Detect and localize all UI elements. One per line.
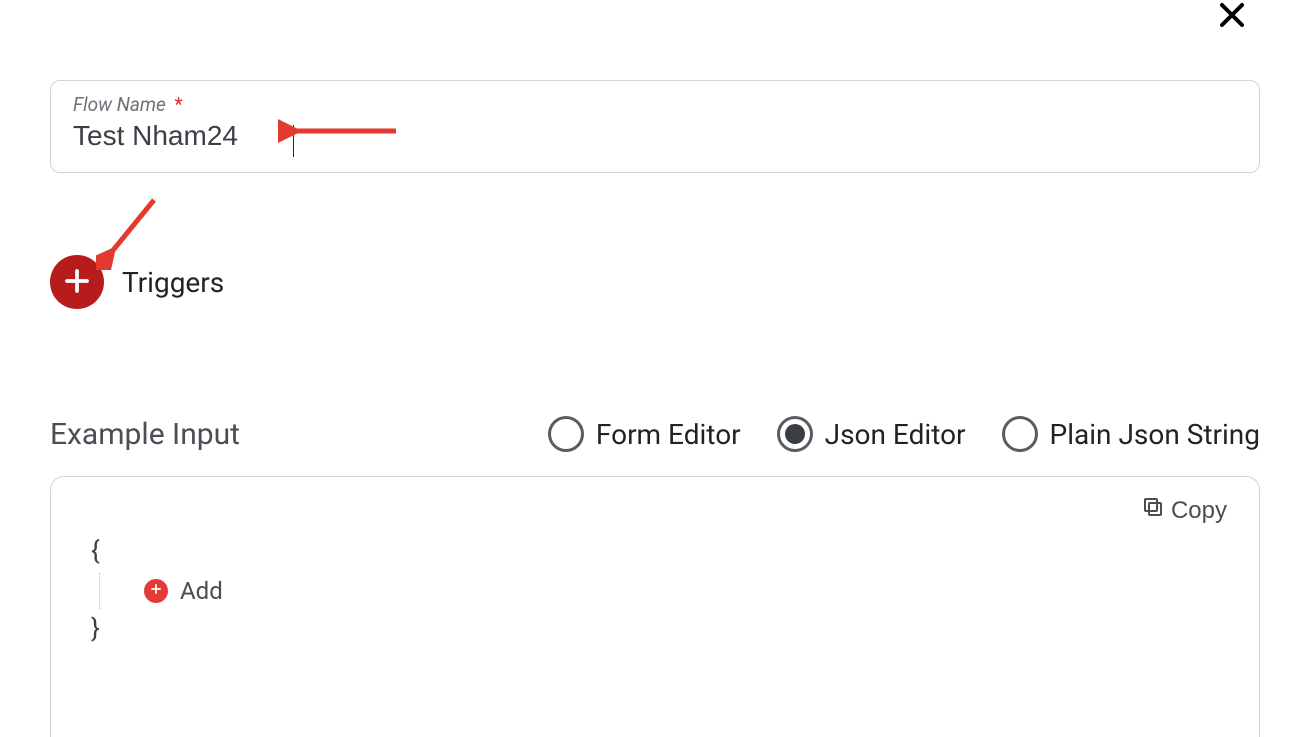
json-close-brace: } (91, 609, 223, 651)
radio-json-editor[interactable]: Json Editor (777, 416, 966, 452)
radio-icon (1002, 416, 1038, 452)
radio-label: Json Editor (825, 418, 966, 451)
radio-selected-dot (785, 424, 805, 444)
copy-button[interactable]: Copy (1141, 495, 1227, 526)
add-property-label: Add (180, 577, 223, 605)
flow-name-input[interactable] (73, 120, 1237, 152)
plus-icon (62, 266, 92, 299)
radio-icon (548, 416, 584, 452)
copy-label: Copy (1171, 497, 1227, 525)
example-input-title: Example Input (50, 417, 240, 452)
radio-icon (777, 416, 813, 452)
editor-mode-radio-group: Form Editor Json Editor Plain Json Strin… (548, 416, 1260, 452)
radio-form-editor[interactable]: Form Editor (548, 416, 741, 452)
radio-label: Plain Json String (1050, 418, 1260, 451)
json-add-row: Add (99, 573, 223, 609)
close-button[interactable] (1212, 0, 1252, 36)
radio-label: Form Editor (596, 418, 741, 451)
close-icon (1217, 0, 1247, 33)
example-input-editor: Copy { Add } (50, 476, 1260, 737)
plus-icon (149, 582, 163, 599)
add-trigger-button[interactable] (50, 255, 104, 309)
flow-name-label: Flow Name * (73, 93, 1237, 116)
flow-name-label-text: Flow Name (73, 93, 166, 116)
example-input-header: Example Input Form Editor Json Editor Pl… (50, 416, 1260, 452)
text-caret (293, 125, 294, 157)
triggers-row: Triggers (50, 255, 224, 309)
required-asterisk: * (174, 93, 182, 116)
json-open-brace: { (91, 531, 223, 573)
triggers-label: Triggers (122, 266, 224, 299)
radio-plain-json-string[interactable]: Plain Json String (1002, 416, 1260, 452)
copy-icon (1141, 495, 1165, 526)
json-editor-content[interactable]: { Add } (91, 531, 223, 650)
add-property-button[interactable] (144, 579, 168, 603)
flow-name-field-container: Flow Name * (50, 80, 1260, 173)
